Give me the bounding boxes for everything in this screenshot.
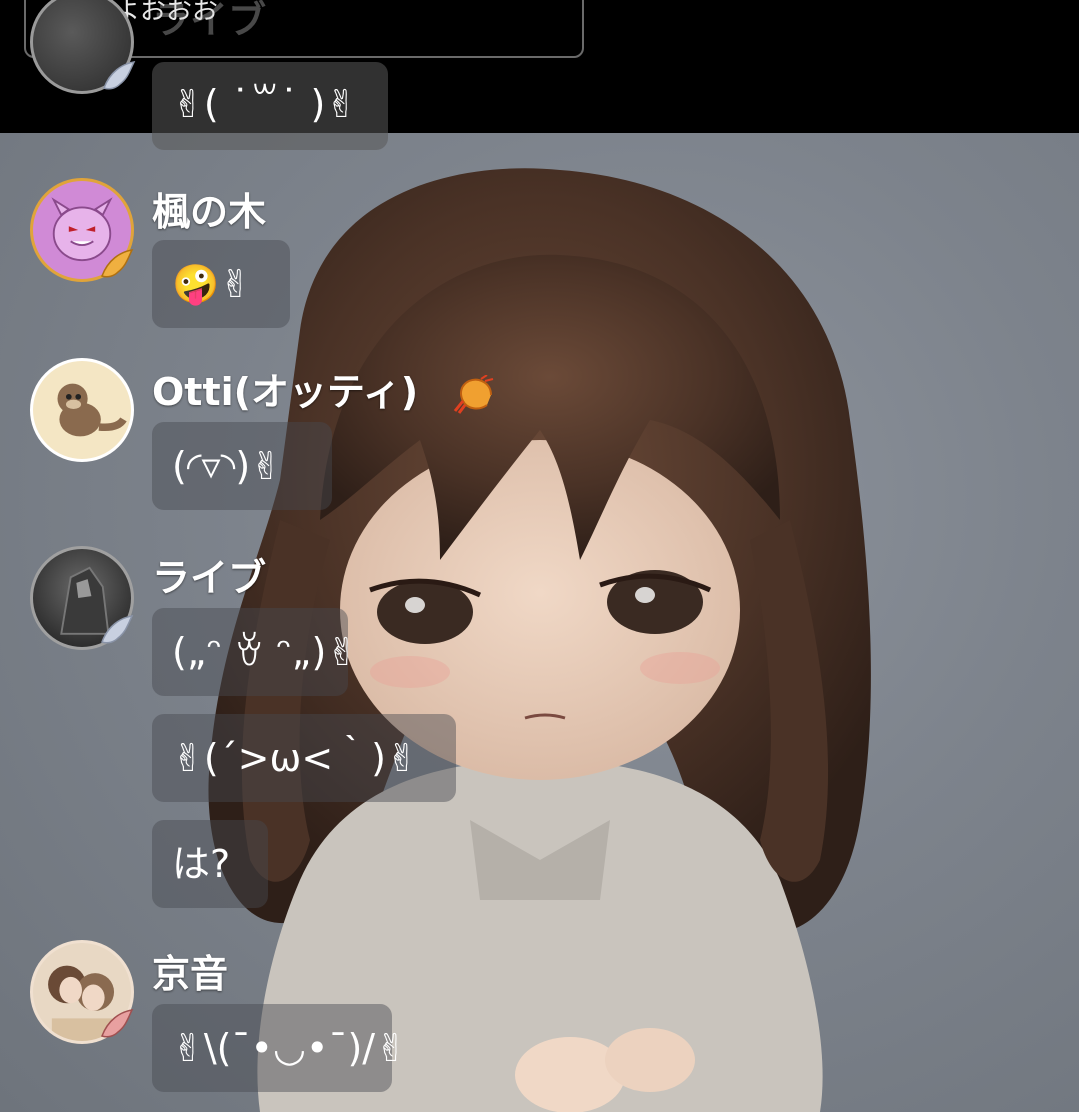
- message-text: 🤪✌: [172, 262, 252, 306]
- username-kaede: 楓の木: [152, 190, 267, 234]
- message-bubble[interactable]: ✌(´>ω<｀)✌: [152, 714, 456, 802]
- message-bubble-partial[interactable]: ✌( ˙꒳​˙ )✌: [152, 62, 388, 150]
- wing-badge-icon: [103, 61, 136, 90]
- avatar-otti[interactable]: [30, 358, 134, 462]
- message-bubble[interactable]: (◜▿◝)✌: [152, 422, 332, 510]
- message-text: ✌\(¯•◡•¯)/✌: [172, 1026, 407, 1070]
- message-bubble[interactable]: („ᵔ ꈊ ᵔ„)✌: [152, 608, 358, 696]
- message-text: („ᵔ ꈊ ᵔ„)✌: [172, 630, 359, 674]
- username-kyone: 京音: [152, 952, 229, 996]
- wing-badge-gold-icon: [101, 249, 134, 278]
- message-text: (◜▿◝)✌: [172, 444, 282, 488]
- message-text: は?: [172, 842, 231, 886]
- username-otti: Otti(オッティ): [152, 370, 499, 415]
- message-bubble[interactable]: は?: [152, 820, 268, 908]
- wing-badge-icon: [101, 615, 134, 644]
- shrimp-icon: [454, 374, 494, 414]
- username-live: ライブ: [152, 556, 267, 600]
- top-overlay-bar: おはよおおお ライブ ✌( ˙꒳​˙ )✌: [0, 0, 1079, 150]
- otter-icon: [57, 383, 127, 437]
- message-text: ✌(´>ω<｀)✌: [172, 736, 418, 780]
- wing-badge-pink-icon: [101, 1009, 134, 1038]
- message-bubble[interactable]: ✌\(¯•◡•¯)/✌: [152, 1004, 407, 1092]
- username-otti-text: Otti(オッティ): [152, 370, 419, 414]
- message-bubble[interactable]: 🤪✌: [152, 240, 290, 328]
- message-text: ✌( ˙꒳​˙ )✌: [172, 82, 358, 126]
- reply-preview-username: ライブ: [152, 0, 267, 42]
